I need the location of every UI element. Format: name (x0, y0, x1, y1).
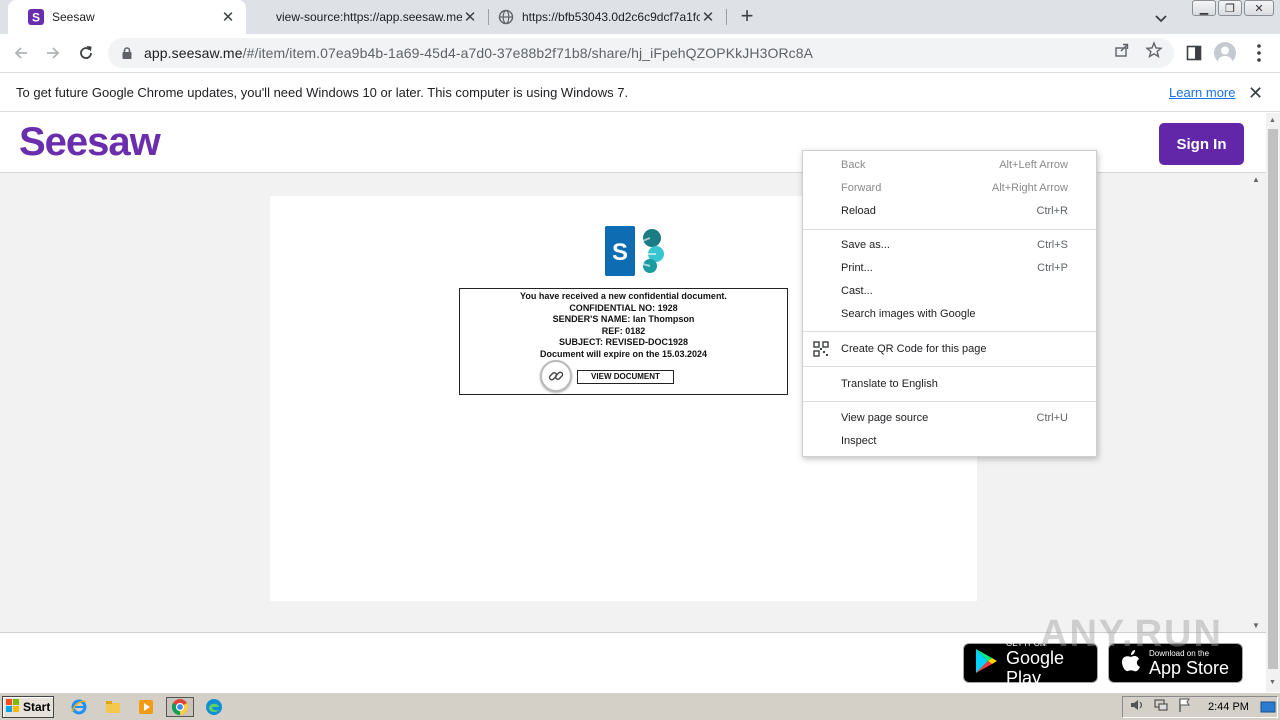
learn-more-link[interactable]: Learn more (1169, 85, 1235, 100)
menu-item-inspect[interactable]: Inspect (803, 431, 1096, 453)
tab-close-icon[interactable]: ✕ (220, 9, 236, 26)
network-icon[interactable] (1153, 697, 1169, 718)
link-icon[interactable] (540, 360, 572, 392)
context-menu: Back Alt+Left Arrow Forward Alt+Right Arro… (802, 150, 1097, 457)
menu-item-qr-code[interactable]: Create QR Code for this page (803, 339, 1096, 361)
system-clock: 2:44 PM (1208, 701, 1249, 713)
scrollbar-thumb[interactable] (1268, 129, 1278, 669)
menu-separator (803, 401, 1096, 402)
bookmark-star-icon[interactable] (1145, 41, 1163, 59)
edge-icon[interactable] (203, 697, 225, 717)
seesaw-logo[interactable]: Seesaw (19, 120, 161, 165)
chevron-down-icon[interactable] (1152, 9, 1170, 27)
menu-item-cast[interactable]: Cast... (803, 281, 1096, 303)
qr-code-icon (813, 341, 829, 357)
minimize-icon[interactable]: ▁ (1192, 0, 1216, 16)
menu-item-back[interactable]: Back Alt+Left Arrow (803, 155, 1096, 177)
system-tray (1122, 696, 1278, 718)
share-icon[interactable] (1113, 41, 1131, 59)
view-document-button[interactable]: VIEW DOCUMENT (577, 370, 674, 384)
internet-explorer-icon[interactable] (68, 697, 90, 717)
windows-taskbar: Start 2:44 PM (0, 692, 1280, 720)
menu-item-print[interactable]: Print... Ctrl+P (803, 258, 1096, 280)
svg-text:S: S (612, 239, 628, 266)
volume-icon[interactable] (1129, 697, 1145, 718)
document-notice-box: You have received a new confidential doc… (459, 288, 788, 395)
new-tab-button[interactable]: + (737, 5, 757, 27)
infobar-message: To get future Google Chrome updates, you… (16, 85, 629, 100)
tab-title: view-source:https://app.seesaw.me (276, 10, 462, 24)
scroll-up-icon[interactable]: ▲ (1269, 117, 1276, 124)
address-bar[interactable]: app.seesaw.me/#/item/item.07ea9b4b-1a69-… (108, 38, 1174, 68)
menu-item-view-source[interactable]: View page source Ctrl+U (803, 408, 1096, 430)
menu-item-search-images[interactable]: Search images with Google (803, 304, 1096, 326)
infobar-close-icon[interactable]: ✕ (1248, 83, 1263, 104)
notice-line: CONFIDENTIAL NO: 1928 (569, 302, 678, 313)
update-infobar: To get future Google Chrome updates, you… (0, 72, 1280, 112)
menu-separator (803, 229, 1096, 230)
side-panel-icon[interactable] (1185, 44, 1203, 62)
start-label: Start (23, 700, 51, 714)
back-arrow-icon[interactable] (10, 42, 32, 64)
forward-arrow-icon[interactable] (42, 42, 64, 64)
profile-avatar-icon[interactable] (1214, 42, 1236, 64)
menu-kebab-icon[interactable] (1250, 42, 1268, 62)
tab-title: https://bfb53043.0d2c6c9dcf7a1fc6 (522, 10, 700, 24)
sign-in-button[interactable]: Sign In (1159, 123, 1244, 165)
window-close-icon[interactable]: ✕ (1244, 0, 1274, 16)
lock-icon[interactable] (120, 46, 134, 60)
browser-toolbar: app.seesaw.me/#/item/item.07ea9b4b-1a69-… (0, 34, 1280, 72)
notice-line: You have received a new confidential doc… (520, 291, 727, 301)
tab-view-source[interactable]: view-source:https://app.seesaw.me ✕ (252, 0, 488, 34)
google-play-icon (974, 648, 998, 679)
seesaw-favicon-icon: S (28, 9, 44, 25)
notice-line: Document will expire on the 15.03.2024 (539, 348, 708, 359)
tab-close-icon[interactable]: ✕ (462, 9, 478, 26)
anyrun-watermark: ANY.RUN (1040, 613, 1223, 655)
notice-line: SUBJECT: REVISED-DOC1928 (558, 337, 689, 347)
tab-strip: S Seesaw ✕ view-source:https://app.seesa… (0, 0, 1280, 34)
url-text: app.seesaw.me/#/item/item.07ea9b4b-1a69-… (144, 45, 814, 61)
window-controls: ▁ ❐ ✕ (1192, 0, 1274, 16)
tab-title: Seesaw (52, 10, 95, 24)
menu-separator (803, 366, 1096, 367)
media-player-icon[interactable] (135, 697, 157, 717)
menu-item-save-as[interactable]: Save as... Ctrl+S (803, 235, 1096, 257)
menu-item-translate[interactable]: Translate to English (803, 374, 1096, 396)
notice-line: REF: 0182 (601, 325, 646, 336)
scroll-down-icon[interactable]: ▼ (1269, 679, 1276, 686)
page-scrollbar[interactable]: ▲ ▼ (1266, 113, 1280, 692)
restore-icon[interactable]: ❐ (1218, 0, 1242, 16)
chrome-taskbar-icon[interactable] (166, 697, 194, 717)
file-explorer-icon[interactable] (102, 697, 124, 717)
screen: S Seesaw ✕ view-source:https://app.seesa… (0, 0, 1280, 720)
menu-separator (803, 331, 1096, 332)
action-center-flag-icon[interactable] (1177, 697, 1191, 718)
notice-line: SENDER'S NAME: Ian Thompson (552, 314, 695, 324)
reload-icon[interactable] (75, 42, 97, 64)
inner-scroll-down-icon[interactable]: ▼ (1252, 621, 1260, 630)
inner-scroll-up-icon[interactable]: ▲ (1252, 175, 1260, 184)
app-store-big: App Store (1149, 657, 1230, 678)
tab-close-icon[interactable]: ✕ (700, 9, 716, 26)
globe-icon (498, 9, 514, 25)
svg-text:S: S (32, 11, 40, 25)
windows-flag-icon (6, 698, 20, 716)
sharepoint-icon: S (604, 226, 668, 278)
start-button[interactable]: Start (2, 696, 54, 718)
show-desktop-icon[interactable] (1260, 699, 1276, 720)
menu-item-forward[interactable]: Forward Alt+Right Arrow (803, 178, 1096, 200)
tab-bfb53043[interactable]: https://bfb53043.0d2c6c9dcf7a1fc6 ✕ (490, 0, 726, 34)
tab-seesaw[interactable]: S Seesaw ✕ (8, 0, 246, 34)
menu-item-reload[interactable]: Reload Ctrl+R (803, 201, 1096, 223)
